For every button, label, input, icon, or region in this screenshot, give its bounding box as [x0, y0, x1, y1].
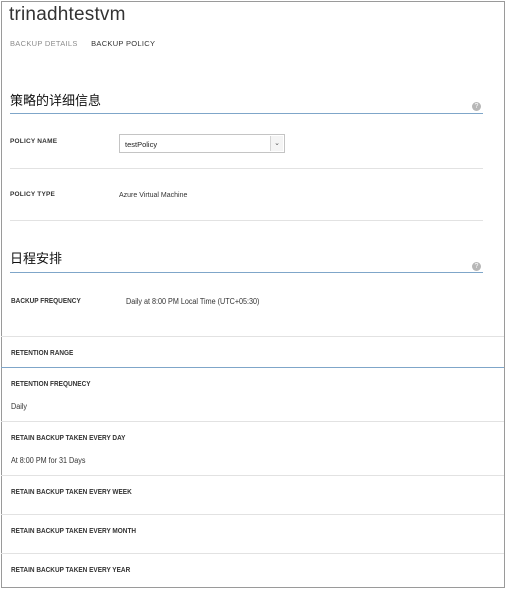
- help-icon[interactable]: ?: [472, 102, 481, 111]
- policy-type-value: Azure Virtual Machine: [119, 192, 188, 199]
- row-divider: [10, 168, 483, 169]
- tab-backup-policy[interactable]: BACKUP POLICY: [91, 39, 155, 48]
- retention-frequency-label: RETENTION FREQUNECY: [11, 379, 91, 388]
- policy-type-label: POLICY TYPE: [10, 191, 56, 198]
- retain-daily-value: At 8:00 PM for 31 Days: [11, 456, 86, 465]
- retain-daily-label: RETAIN BACKUP TAKEN EVERY DAY: [11, 433, 126, 442]
- row-divider: [1, 553, 504, 554]
- section-divider: [10, 113, 483, 114]
- section-divider: [1, 367, 504, 368]
- backup-frequency-label: BACKUP FREQUENCY: [11, 296, 81, 305]
- retain-yearly-label: RETAIN BACKUP TAKEN EVERY YEAR: [11, 565, 131, 574]
- help-icon[interactable]: ?: [472, 262, 481, 271]
- tab-backup-details[interactable]: BACKUP DETAILS: [10, 39, 78, 48]
- row-divider: [1, 514, 504, 515]
- retention-range-label: RETENTION RANGE: [11, 348, 74, 357]
- row-divider: [1, 421, 504, 422]
- row-divider: [10, 220, 483, 221]
- backup-frequency-value: Daily at 8:00 PM Local Time (UTC+05:30): [126, 297, 260, 306]
- schedule-heading: 日程安排: [10, 251, 63, 266]
- row-divider: [1, 336, 504, 337]
- page-title: trinadhtestvm: [9, 4, 126, 25]
- policy-details-heading: 策略的详细信息: [10, 93, 102, 108]
- retain-monthly-label: RETAIN BACKUP TAKEN EVERY MONTH: [11, 526, 137, 535]
- retain-weekly-label: RETAIN BACKUP TAKEN EVERY WEEK: [11, 487, 132, 496]
- chevron-down-icon[interactable]: ⌄: [270, 136, 283, 151]
- retention-frequency-value: Daily: [11, 402, 28, 411]
- policy-name-label: POLICY NAME: [10, 138, 58, 145]
- row-divider: [1, 475, 504, 476]
- policy-name-select[interactable]: testPolicy ⌄: [119, 134, 285, 153]
- tab-bar: BACKUP DETAILS BACKUP POLICY: [10, 39, 166, 48]
- section-divider: [10, 272, 483, 273]
- policy-name-value: testPolicy: [125, 140, 158, 149]
